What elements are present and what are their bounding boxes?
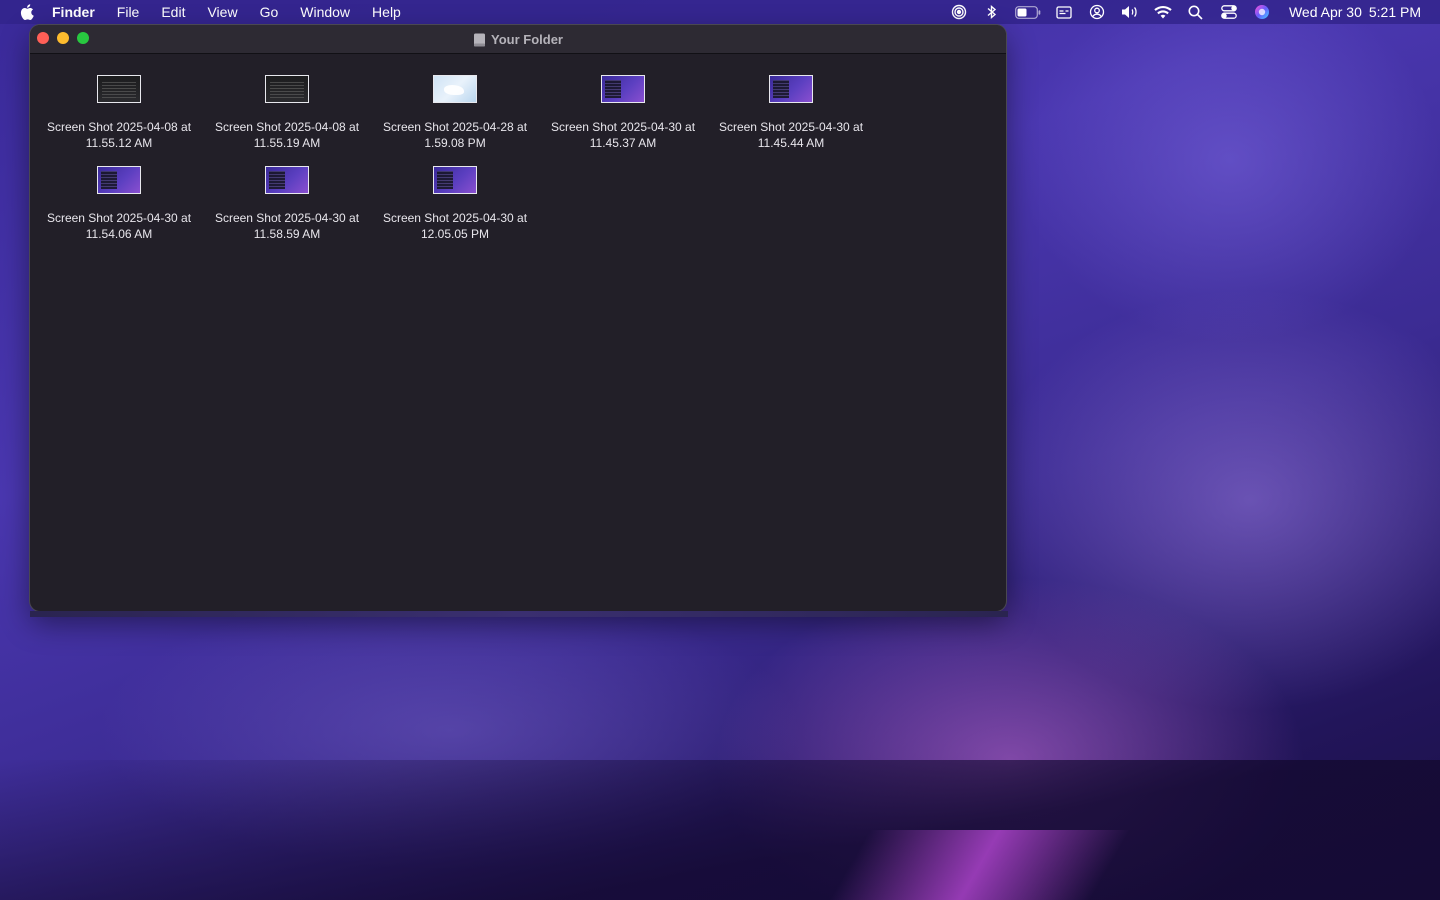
minimize-button[interactable] [57,32,69,44]
control-center-icon[interactable] [1219,4,1239,20]
file-thumbnail [265,166,309,194]
battery-icon[interactable] [1015,4,1041,20]
menu-help[interactable]: Help [372,0,401,24]
file-item[interactable]: Screen Shot 2025-04-30 at 12.05.05 PM [371,166,539,242]
maximize-button[interactable] [77,32,89,44]
drive-icon [473,33,486,46]
file-thumbnail [97,166,141,194]
file-grid: Screen Shot 2025-04-08 at 11.55.12 AM Scr… [35,75,1006,242]
spotlight-search-icon[interactable] [1186,4,1206,20]
file-name: Screen Shot 2025-04-28 at 1.59.08 PM [382,120,528,150]
window-shadow-strip [30,611,1008,617]
menu-clock[interactable]: Wed Apr 30 5:21 PM [1289,4,1421,20]
status-area: Wed Apr 30 5:21 PM [949,0,1440,24]
file-item[interactable]: Screen Shot 2025-04-30 at 11.45.44 AM [707,75,875,151]
finder-window: Your Folder Screen Shot 2025-04-08 at 11.… [30,25,1006,611]
bluetooth-icon[interactable] [982,4,1002,20]
file-thumbnail [97,75,141,103]
file-thumbnail [769,75,813,103]
wallpaper-glow [829,830,1131,900]
file-name: Screen Shot 2025-04-08 at 11.55.12 AM [46,120,192,150]
volume-icon[interactable] [1120,4,1140,20]
traffic-lights [37,32,89,44]
airdrop-icon[interactable] [949,4,969,20]
clock-time: 5:21 PM [1368,4,1421,20]
menu-file[interactable]: File [117,0,140,24]
menu-edit[interactable]: Edit [161,0,185,24]
file-item[interactable]: Screen Shot 2025-04-30 at 11.58.59 AM [203,166,371,242]
file-item[interactable]: Screen Shot 2025-04-28 at 1.59.08 PM [371,75,539,151]
file-name: Screen Shot 2025-04-30 at 11.45.37 AM [550,120,696,150]
close-button[interactable] [37,32,49,44]
menu-go[interactable]: Go [260,0,279,24]
file-name: Screen Shot 2025-04-30 at 11.45.44 AM [718,120,864,150]
user-icon[interactable] [1087,4,1107,20]
file-thumbnail [433,75,477,103]
wallpaper-shade [0,760,1440,900]
window-title-text: Your Folder [491,31,563,47]
file-item[interactable]: Screen Shot 2025-04-08 at 11.55.19 AM [203,75,371,151]
file-item[interactable]: Screen Shot 2025-04-08 at 11.55.12 AM [35,75,203,151]
menu-view[interactable]: View [207,0,237,24]
file-name: Screen Shot 2025-04-30 at 12.05.05 PM [382,211,528,241]
file-item[interactable]: Screen Shot 2025-04-30 at 11.54.06 AM [35,166,203,242]
display-icon[interactable] [1054,4,1074,20]
menu-app-name[interactable]: Finder [52,0,95,24]
icon-view: Screen Shot 2025-04-08 at 11.55.12 AM Scr… [30,54,1006,242]
window-title: Your Folder [473,32,563,47]
file-thumbnail [433,166,477,194]
file-name: Screen Shot 2025-04-08 at 11.55.19 AM [214,120,360,150]
file-thumbnail [265,75,309,103]
menu-window[interactable]: Window [300,0,350,24]
wifi-icon[interactable] [1153,4,1173,20]
clock-date: Wed Apr 30 [1288,4,1362,20]
file-item[interactable]: Screen Shot 2025-04-30 at 11.45.37 AM [539,75,707,151]
file-name: Screen Shot 2025-04-30 at 11.54.06 AM [46,211,192,241]
file-name: Screen Shot 2025-04-30 at 11.58.59 AM [214,211,360,241]
siri-icon[interactable] [1252,4,1272,20]
file-thumbnail [601,75,645,103]
apple-menu-icon[interactable] [19,4,35,20]
menu-bar: Finder File Edit View Go Window Help Wed… [0,0,1440,24]
window-titlebar[interactable]: Your Folder [30,25,1006,54]
